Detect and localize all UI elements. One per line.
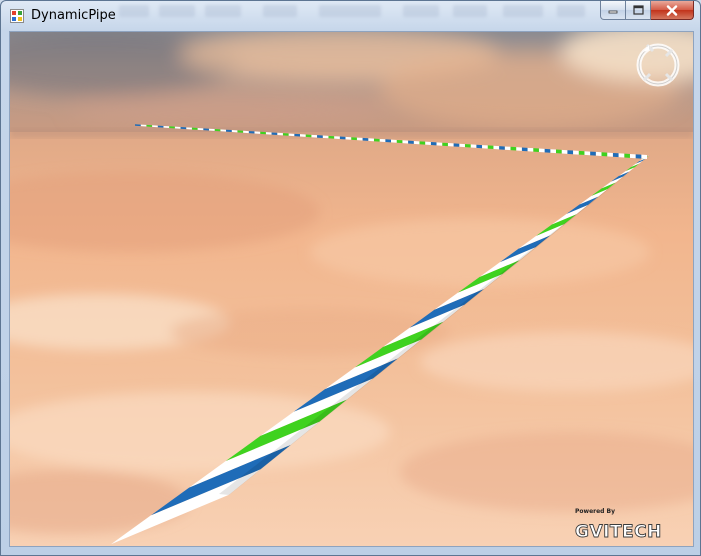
pipe-stripe — [311, 134, 318, 138]
horizon-haze — [10, 128, 693, 138]
pipe-stripe — [391, 139, 397, 143]
pipe-stripe — [368, 138, 374, 142]
maximize-icon — [632, 5, 644, 15]
pipe-stripe — [464, 144, 471, 148]
pipe-stripe — [254, 131, 261, 134]
maximize-button[interactable] — [626, 1, 651, 20]
pipe-stripe — [595, 151, 602, 157]
pipe-stripe — [288, 133, 295, 137]
pipe-stripe — [476, 144, 483, 149]
3d-viewport[interactable]: Powered By GVITECH — [9, 31, 694, 547]
pipe-stripe — [208, 128, 215, 131]
pipe-stripe — [334, 136, 340, 140]
pipe-stripe — [413, 140, 420, 145]
pipe-stripe — [294, 133, 300, 137]
pipe-stripe — [226, 129, 232, 133]
pipe-stripe — [527, 147, 534, 152]
pipe-stripe — [419, 141, 426, 145]
pipe-stripe — [538, 148, 545, 153]
pipe-stripe — [220, 129, 227, 132]
pipe-stripe — [550, 149, 556, 154]
pipe-stripe — [362, 137, 369, 141]
pipe-stripe — [482, 145, 488, 149]
pipe-stripe — [470, 144, 477, 148]
pipe-stripe — [328, 135, 335, 139]
pipe-stripe — [408, 140, 414, 144]
pipe-stripe — [191, 127, 198, 130]
gvitech-logo-icon: GVITECH — [575, 522, 662, 543]
pipe-stripe — [436, 142, 443, 146]
pipe-stripe — [533, 148, 539, 152]
pipe-stripe — [282, 133, 289, 136]
pipe-stripe — [271, 132, 278, 135]
close-button[interactable] — [651, 1, 694, 20]
pipe-stripe — [459, 143, 465, 148]
pipe-stripe — [447, 143, 454, 147]
pipe-stripe — [516, 147, 522, 151]
pipe-stripe — [345, 136, 352, 140]
pipe-stripe — [578, 150, 585, 155]
pipe-stripe — [402, 140, 409, 144]
pipe-stripe — [351, 137, 357, 141]
pipe-stripe — [186, 127, 192, 130]
pipe-stripe — [379, 138, 386, 143]
pipe-stripe — [237, 130, 244, 133]
pipe-stripe — [624, 153, 630, 158]
pipe-stripe — [567, 150, 574, 155]
pipe-stripe — [260, 131, 266, 135]
pipe-stripe — [425, 141, 431, 145]
window-controls — [600, 1, 694, 21]
windows-form-icon — [10, 9, 24, 23]
pipe-stripe — [499, 146, 505, 150]
title-bar[interactable]: DynamicPipe — [1, 1, 700, 29]
pipe-stripe — [504, 146, 511, 151]
scene — [10, 32, 693, 546]
window-title: DynamicPipe — [31, 8, 116, 23]
minimize-icon — [608, 10, 618, 14]
powered-by-label: Powered By — [575, 508, 615, 515]
pipe-stripe — [299, 134, 306, 137]
pipe-stripe — [510, 146, 517, 151]
pipe-stripe — [442, 142, 448, 147]
pipe-stripe — [385, 139, 391, 143]
pipe-stripe — [317, 135, 323, 138]
pipe-stripe — [521, 147, 528, 152]
pipe-stripe — [493, 145, 500, 150]
pipe-stripe — [487, 145, 494, 150]
pipe-stripe — [629, 153, 636, 159]
pipe-stripe — [203, 128, 209, 131]
pipe-stripe — [635, 154, 642, 159]
pipe-stripe — [197, 128, 204, 131]
pipe-stripe — [277, 132, 283, 136]
pipe-stripe — [396, 139, 403, 144]
pipe-stripe — [641, 154, 647, 159]
pipe-stripe — [243, 130, 249, 134]
pipe-stripe — [305, 134, 312, 138]
pipe-stripe — [544, 148, 551, 153]
pipe-stripe — [607, 152, 613, 157]
pipe-stripe — [612, 152, 619, 158]
pipe-stripe — [584, 151, 591, 156]
pipe-stripe — [356, 137, 363, 141]
pipe-stripe — [601, 152, 608, 157]
pipe-stripe — [453, 143, 460, 147]
pipe-stripe — [590, 151, 596, 156]
pipe-stripe — [231, 130, 238, 133]
pipe-stripe — [373, 138, 380, 142]
close-icon — [666, 4, 678, 16]
scene-canvas[interactable]: Powered By GVITECH — [10, 32, 693, 546]
pipe-stripe — [248, 131, 255, 134]
pipe-stripe — [214, 129, 221, 132]
brand-label: GVITECH — [575, 522, 662, 542]
pipe-stripe — [573, 150, 579, 155]
pipe-stripe — [430, 142, 437, 146]
pipe-stripe — [339, 136, 346, 140]
pipe-stripe — [555, 149, 562, 154]
pipe-stripe — [265, 132, 272, 135]
pipe-stripe — [618, 153, 625, 158]
minimize-button[interactable] — [600, 1, 626, 20]
app-window: DynamicPipe Powered By GVITECH — [0, 0, 701, 556]
pipe-stripe — [322, 135, 329, 139]
pipe-stripe — [561, 149, 568, 154]
